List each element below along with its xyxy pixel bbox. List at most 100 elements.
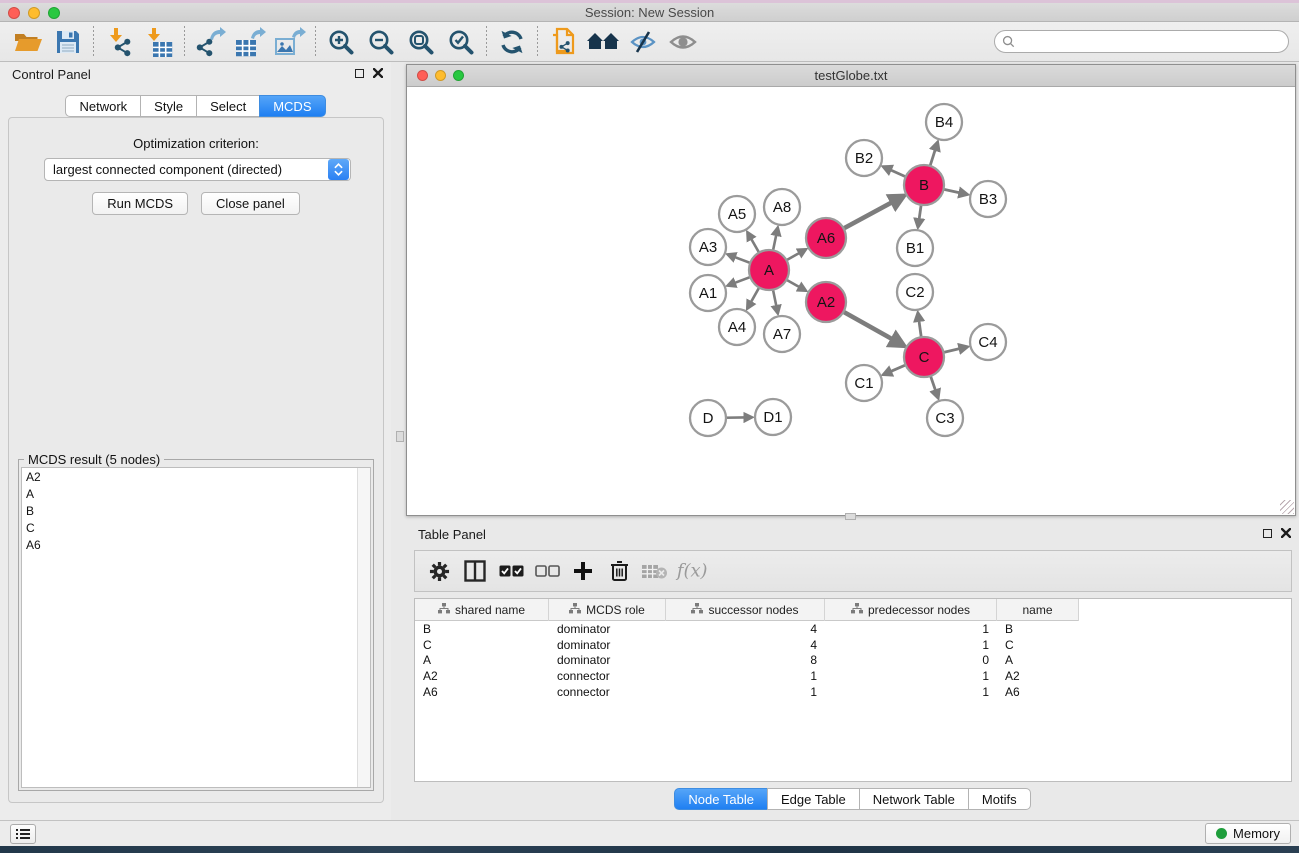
cell-successor-nodes[interactable]: 4 — [666, 638, 825, 652]
table-row[interactable]: A2connector11A2 — [415, 668, 1291, 684]
cell-shared-name[interactable]: B — [415, 622, 549, 636]
task-history-button[interactable] — [10, 824, 36, 844]
export-network-icon[interactable] — [190, 25, 230, 59]
table-row[interactable]: A6connector11A6 — [415, 684, 1291, 700]
zoom-selected-icon[interactable] — [441, 25, 481, 59]
cell-MCDS-role[interactable]: connector — [549, 685, 666, 699]
network-graph[interactable]: AA1A2A3A4A5A6A7A8BB1B2B3B4CC1C2C3C4DD1 — [407, 87, 1295, 515]
cell-predecessor-nodes[interactable]: 0 — [825, 653, 997, 667]
list-scrollbar[interactable] — [357, 468, 370, 787]
svg-text:f(x): f(x) — [675, 561, 707, 582]
cell-MCDS-role[interactable]: connector — [549, 669, 666, 683]
tab-select[interactable]: Select — [196, 95, 259, 117]
home-icon[interactable] — [583, 25, 623, 59]
network-canvas[interactable]: AA1A2A3A4A5A6A7A8BB1B2B3B4CC1C2C3C4DD1 — [407, 87, 1295, 515]
run-mcds-button[interactable]: Run MCDS — [92, 192, 188, 215]
zoom-out-icon[interactable] — [361, 25, 401, 59]
open-file-icon[interactable] — [8, 25, 48, 59]
cell-shared-name[interactable]: C — [415, 638, 549, 652]
cell-name[interactable]: B — [997, 622, 1079, 636]
import-table-icon[interactable] — [139, 25, 179, 59]
mcds-result-item[interactable]: A6 — [22, 536, 370, 553]
cell-name[interactable]: A — [997, 653, 1079, 667]
search-input[interactable] — [1020, 35, 1288, 49]
tab-network[interactable]: Network — [65, 95, 140, 117]
function-builder-icon[interactable]: f(x) — [675, 554, 707, 588]
mcds-result-item[interactable]: B — [22, 502, 370, 519]
cell-successor-nodes[interactable]: 1 — [666, 669, 825, 683]
resize-grip[interactable] — [1280, 500, 1294, 514]
network-window-titlebar[interactable]: testGlobe.txt — [407, 65, 1295, 87]
save-icon[interactable] — [48, 25, 88, 59]
mcds-result-title: MCDS result (5 nodes) — [24, 452, 164, 467]
cell-successor-nodes[interactable]: 1 — [666, 685, 825, 699]
criterion-dropdown[interactable]: largest connected component (directed) — [44, 158, 351, 181]
cell-MCDS-role[interactable]: dominator — [549, 622, 666, 636]
splitter-handle-bottom[interactable] — [845, 513, 856, 520]
cell-successor-nodes[interactable]: 4 — [666, 622, 825, 636]
cell-name[interactable]: A2 — [997, 669, 1079, 683]
hide-panel-eye-icon[interactable] — [623, 25, 663, 59]
zoom-fit-icon[interactable] — [401, 25, 441, 59]
cell-predecessor-nodes[interactable]: 1 — [825, 622, 997, 636]
add-column-icon[interactable] — [567, 554, 599, 588]
cell-name[interactable]: C — [997, 638, 1079, 652]
splitter-handle-left[interactable] — [396, 431, 404, 442]
search-box[interactable] — [994, 30, 1289, 53]
cell-MCDS-role[interactable]: dominator — [549, 638, 666, 652]
column-header-predecessor-nodes[interactable]: predecessor nodes — [825, 599, 997, 621]
column-header-MCDS-role[interactable]: MCDS role — [549, 599, 666, 621]
import-network-icon[interactable] — [99, 25, 139, 59]
close-table-panel-icon[interactable] — [1281, 528, 1291, 538]
memory-button[interactable]: Memory — [1205, 823, 1291, 844]
cell-shared-name[interactable]: A — [415, 653, 549, 667]
export-image-icon[interactable] — [270, 25, 310, 59]
delete-table-icon[interactable] — [639, 554, 671, 588]
tab-mcds[interactable]: MCDS — [259, 95, 325, 117]
tab-motifs[interactable]: Motifs — [968, 788, 1031, 810]
delete-column-icon[interactable] — [603, 554, 635, 588]
mcds-result-list[interactable]: A2ABCA6 — [21, 467, 371, 788]
deselect-all-icon[interactable] — [531, 554, 563, 588]
zoom-in-icon[interactable] — [321, 25, 361, 59]
float-panel-icon[interactable] — [355, 69, 364, 78]
node-table[interactable]: shared name MCDS role successor nodes pr… — [414, 598, 1292, 782]
column-header-name[interactable]: name — [997, 599, 1079, 621]
gear-icon[interactable] — [423, 554, 455, 588]
table-row[interactable]: Cdominator41C — [415, 637, 1291, 653]
cell-name[interactable]: A6 — [997, 685, 1079, 699]
tab-node-table[interactable]: Node Table — [674, 788, 767, 810]
float-table-panel-icon[interactable] — [1263, 529, 1272, 538]
cell-predecessor-nodes[interactable]: 1 — [825, 638, 997, 652]
node-label-B4: B4 — [935, 114, 953, 131]
cell-shared-name[interactable]: A6 — [415, 685, 549, 699]
cell-MCDS-role[interactable]: dominator — [549, 653, 666, 667]
close-panel-icon[interactable] — [373, 68, 383, 78]
network-file-icon[interactable] — [543, 25, 583, 59]
column-header-shared-name[interactable]: shared name — [415, 599, 549, 621]
select-all-icon[interactable] — [495, 554, 527, 588]
export-table-icon[interactable] — [230, 25, 270, 59]
mcds-result-item[interactable]: C — [22, 519, 370, 536]
column-header-successor-nodes[interactable]: successor nodes — [666, 599, 825, 621]
refresh-icon[interactable] — [492, 25, 532, 59]
table-row[interactable]: Adominator80A — [415, 653, 1291, 669]
tab-network-table[interactable]: Network Table — [859, 788, 968, 810]
tab-style[interactable]: Style — [140, 95, 196, 117]
mcds-result-item[interactable]: A2 — [22, 468, 370, 485]
mcds-result-item[interactable]: A — [22, 485, 370, 502]
column-layout-icon[interactable] — [459, 554, 491, 588]
node-label-C4: C4 — [978, 334, 997, 351]
toolbar-separator — [315, 26, 316, 58]
close-panel-button[interactable]: Close panel — [201, 192, 300, 215]
cell-successor-nodes[interactable]: 8 — [666, 653, 825, 667]
node-label-A7: A7 — [773, 326, 791, 343]
table-header-row: shared name MCDS role successor nodes pr… — [415, 599, 1079, 621]
table-row[interactable]: Bdominator41B — [415, 621, 1291, 637]
tab-edge-table[interactable]: Edge Table — [767, 788, 859, 810]
cell-predecessor-nodes[interactable]: 1 — [825, 685, 997, 699]
memory-status-icon — [1216, 828, 1227, 839]
show-eye-icon[interactable] — [663, 25, 703, 59]
cell-shared-name[interactable]: A2 — [415, 669, 549, 683]
cell-predecessor-nodes[interactable]: 1 — [825, 669, 997, 683]
